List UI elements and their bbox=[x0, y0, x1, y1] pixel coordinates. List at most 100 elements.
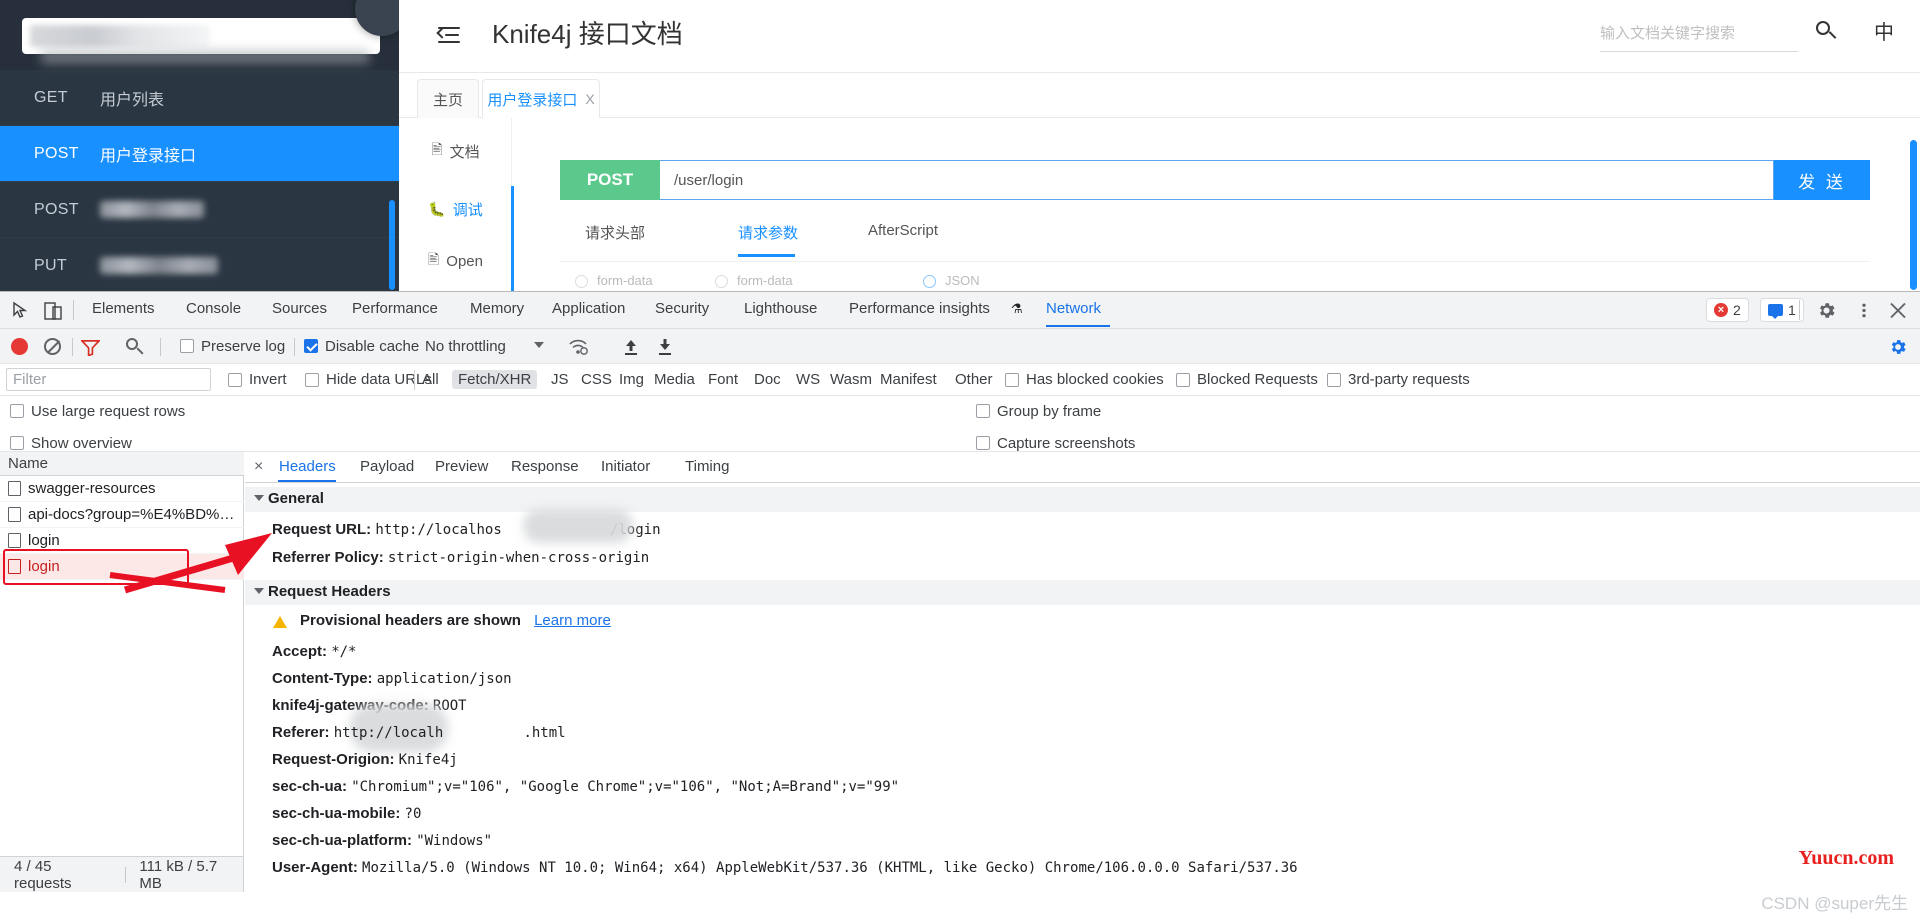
group-by-frame-label[interactable]: Group by frame bbox=[997, 403, 1101, 420]
tab-user-login-api[interactable]: 用户登录接口 X bbox=[482, 79, 600, 118]
import-har-icon[interactable] bbox=[622, 338, 640, 356]
send-button[interactable]: 发 送 bbox=[1774, 160, 1870, 200]
settings-gear-icon[interactable] bbox=[1816, 300, 1837, 321]
filter-type-img[interactable]: Img bbox=[619, 371, 644, 388]
search-icon[interactable] bbox=[1814, 19, 1838, 43]
capture-screenshots-label[interactable]: Capture screenshots bbox=[997, 435, 1135, 452]
sidebar-api-post-user-login[interactable]: POST 用户登录接口 bbox=[0, 126, 399, 182]
menu-fold-icon[interactable] bbox=[434, 20, 464, 50]
chevron-down-icon[interactable] bbox=[534, 342, 544, 348]
filter-type-js[interactable]: JS bbox=[551, 371, 569, 388]
filter-type-manifest[interactable]: Manifest bbox=[880, 371, 937, 388]
preserve-log-label[interactable]: Preserve log bbox=[201, 338, 285, 355]
filter-type-ws[interactable]: WS bbox=[796, 371, 820, 388]
language-toggle[interactable]: 中 bbox=[1874, 16, 1894, 45]
filter-type-css[interactable]: CSS bbox=[581, 371, 612, 388]
filter-type-other[interactable]: Other bbox=[955, 371, 993, 388]
table-row[interactable]: swagger-resources bbox=[0, 476, 244, 502]
sidebar-api-put-masked[interactable]: PUT bbox=[0, 238, 399, 291]
clear-icon[interactable] bbox=[44, 338, 61, 355]
filter-funnel-icon[interactable] bbox=[81, 339, 100, 356]
sidebar-scrollbar[interactable] bbox=[389, 200, 395, 290]
filter-input[interactable] bbox=[6, 368, 211, 391]
table-row[interactable]: login bbox=[0, 528, 244, 554]
filter-type-wasm[interactable]: Wasm bbox=[830, 371, 872, 388]
third-party-requests-checkbox[interactable] bbox=[1327, 373, 1341, 387]
detail-tab-timing[interactable]: Timing bbox=[685, 458, 729, 475]
detail-tab-preview[interactable]: Preview bbox=[435, 458, 488, 475]
message-count-badge[interactable]: 1 bbox=[1760, 298, 1804, 322]
sidebar-api-get-user-list[interactable]: GET 用户列表 bbox=[0, 70, 399, 126]
capture-screenshots-checkbox[interactable] bbox=[976, 436, 990, 450]
filter-type-font[interactable]: Font bbox=[708, 371, 738, 388]
subtab-afterscript[interactable]: AfterScript bbox=[868, 222, 938, 239]
tab-network[interactable]: Network bbox=[1046, 300, 1101, 317]
request-url-input[interactable]: /user/login bbox=[660, 160, 1774, 200]
blocked-requests-label[interactable]: Blocked Requests bbox=[1197, 371, 1318, 388]
more-options-icon[interactable] bbox=[1854, 300, 1874, 321]
invert-label[interactable]: Invert bbox=[249, 371, 287, 388]
export-har-icon[interactable] bbox=[656, 338, 674, 356]
throttling-select[interactable]: No throttling bbox=[425, 338, 506, 355]
third-party-requests-label[interactable]: 3rd-party requests bbox=[1348, 371, 1470, 388]
tab-security[interactable]: Security bbox=[655, 300, 709, 317]
app-content-scrollbar[interactable] bbox=[1910, 140, 1917, 290]
detail-tab-initiator[interactable]: Initiator bbox=[601, 458, 650, 475]
disable-cache-checkbox[interactable] bbox=[304, 339, 318, 353]
invert-checkbox[interactable] bbox=[228, 373, 242, 387]
use-large-request-rows-checkbox[interactable] bbox=[10, 404, 24, 418]
tab-memory[interactable]: Memory bbox=[470, 300, 524, 317]
show-overview-label[interactable]: Show overview bbox=[31, 435, 132, 452]
table-row[interactable]: api-docs?group=%E4%BD%… bbox=[0, 502, 244, 528]
column-header-name[interactable]: Name bbox=[0, 452, 244, 476]
show-overview-checkbox[interactable] bbox=[10, 436, 24, 450]
table-row-selected[interactable]: login bbox=[0, 554, 244, 580]
disable-cache-label[interactable]: Disable cache bbox=[325, 338, 419, 355]
use-large-request-rows-label[interactable]: Use large request rows bbox=[31, 403, 185, 420]
tab-home[interactable]: 主页 bbox=[417, 79, 479, 118]
hide-data-urls-checkbox[interactable] bbox=[305, 373, 319, 387]
vnav-item-document[interactable]: 🖹 文档 bbox=[399, 128, 512, 174]
tab-elements[interactable]: Elements bbox=[92, 300, 155, 317]
doc-search-input[interactable] bbox=[1600, 18, 1798, 48]
sidebar-api-post-masked[interactable]: POST bbox=[0, 182, 399, 238]
group-by-frame-checkbox[interactable] bbox=[976, 404, 990, 418]
device-toolbar-icon[interactable] bbox=[42, 300, 64, 322]
filter-type-all[interactable]: All bbox=[422, 371, 439, 388]
close-devtools-icon[interactable] bbox=[1888, 300, 1908, 321]
error-count-badge[interactable]: × 2 bbox=[1706, 298, 1749, 322]
tab-lighthouse[interactable]: Lighthouse bbox=[744, 300, 817, 317]
doc-search-box[interactable] bbox=[1600, 18, 1798, 52]
blocked-requests-checkbox[interactable] bbox=[1176, 373, 1190, 387]
record-stop-icon[interactable] bbox=[11, 338, 28, 355]
detail-tab-payload[interactable]: Payload bbox=[360, 458, 414, 475]
search-icon[interactable] bbox=[126, 338, 144, 355]
filter-type-fetch-xhr[interactable]: Fetch/XHR bbox=[452, 370, 538, 389]
tab-performance[interactable]: Performance bbox=[352, 300, 438, 317]
sidebar-search-input[interactable] bbox=[22, 18, 380, 54]
detail-tab-headers[interactable]: Headers bbox=[279, 458, 336, 475]
tab-sources[interactable]: Sources bbox=[272, 300, 327, 317]
inspect-cursor-icon[interactable] bbox=[10, 300, 32, 322]
close-detail-icon[interactable]: × bbox=[254, 458, 263, 476]
filter-type-media[interactable]: Media bbox=[654, 371, 695, 388]
subtab-request-headers[interactable]: 请求头部 bbox=[585, 222, 645, 243]
filter-type-doc[interactable]: Doc bbox=[754, 371, 781, 388]
subtab-request-params[interactable]: 请求参数 bbox=[738, 222, 798, 243]
close-tab-icon[interactable]: X bbox=[585, 91, 594, 107]
network-settings-gear-icon[interactable] bbox=[1888, 337, 1908, 357]
network-conditions-icon[interactable] bbox=[568, 338, 588, 356]
section-request-headers[interactable]: Request Headers bbox=[245, 580, 1920, 605]
hide-data-urls-label[interactable]: Hide data URLs bbox=[326, 371, 432, 388]
preserve-log-checkbox[interactable] bbox=[180, 339, 194, 353]
tab-console[interactable]: Console bbox=[186, 300, 241, 317]
section-general[interactable]: General bbox=[245, 487, 1920, 512]
tab-performance-insights[interactable]: Performance insights bbox=[849, 300, 990, 317]
vnav-item-debug[interactable]: 🐛 调试 bbox=[399, 186, 512, 232]
tab-application[interactable]: Application bbox=[552, 300, 625, 317]
vnav-item-open[interactable]: 🖹 Open bbox=[399, 238, 512, 284]
learn-more-link[interactable]: Learn more bbox=[534, 612, 611, 629]
detail-tab-response[interactable]: Response bbox=[511, 458, 579, 475]
has-blocked-cookies-checkbox[interactable] bbox=[1005, 373, 1019, 387]
has-blocked-cookies-label[interactable]: Has blocked cookies bbox=[1026, 371, 1164, 388]
